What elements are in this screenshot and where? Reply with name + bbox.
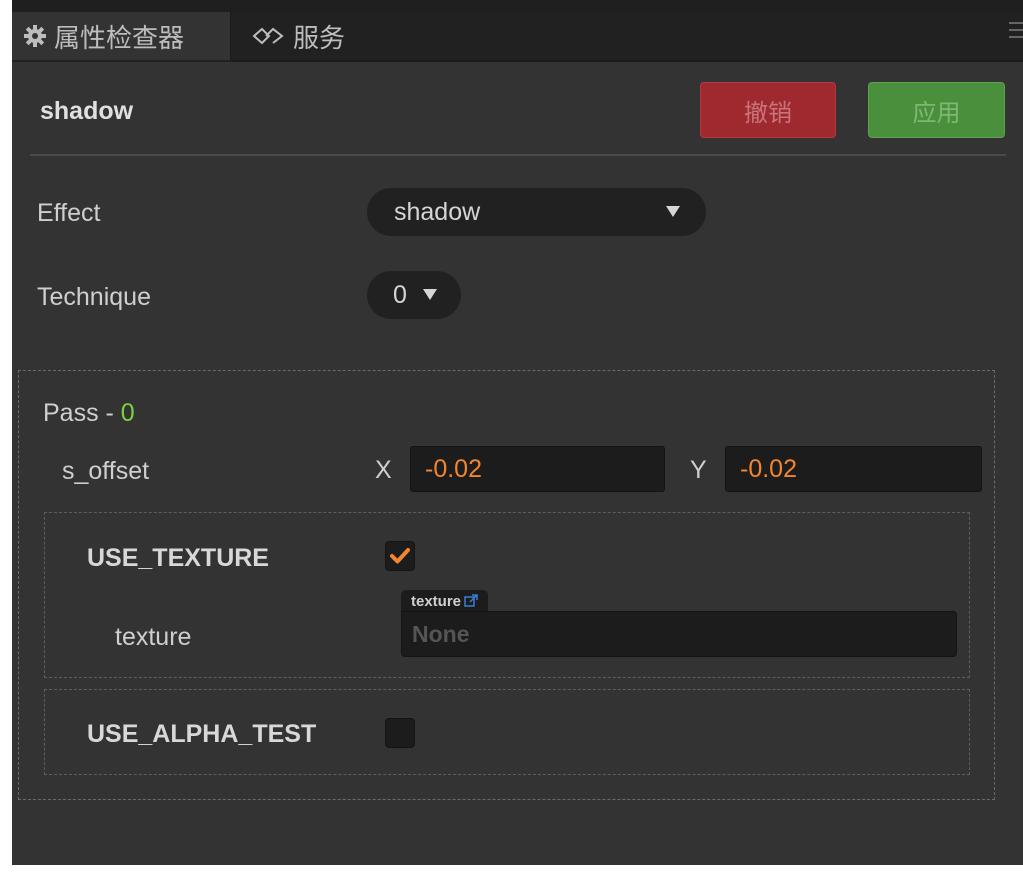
s-offset-y-input[interactable]: -0.02 <box>725 446 982 492</box>
effect-value: shadow <box>394 197 481 226</box>
tab-inspector-label: 属性检查器 <box>54 23 185 54</box>
technique-label: Technique <box>37 283 151 311</box>
header-divider <box>30 154 1006 156</box>
s-offset-label: s_offset <box>62 457 150 485</box>
technique-value: 0 <box>393 280 407 309</box>
panel-menu-icon[interactable] <box>1009 22 1023 44</box>
x-axis-label: X <box>375 456 392 484</box>
use-alpha-test-checkbox[interactable] <box>385 718 415 748</box>
tab-bar-line <box>232 60 1023 62</box>
apply-button[interactable]: 应用 <box>868 82 1005 138</box>
gear-icon <box>24 25 46 47</box>
tab-inspector[interactable]: 属性检查器 <box>12 12 231 60</box>
texture-asset-field[interactable]: None <box>401 611 957 657</box>
service-icon <box>251 25 285 47</box>
use-texture-checkbox[interactable] <box>385 541 415 571</box>
texture-asset-tag[interactable]: texture <box>401 590 489 612</box>
use-alpha-test-label: USE_ALPHA_TEST <box>87 720 317 748</box>
inspector-panel: 属性检查器 服务 shadow 撤销 应用 Effect shadow Tech… <box>12 0 1023 865</box>
top-strip <box>12 0 1023 12</box>
effect-select[interactable]: shadow <box>367 188 706 236</box>
tab-services[interactable]: 服务 <box>251 12 345 60</box>
chevron-down-icon <box>423 289 437 300</box>
asset-title: shadow <box>40 97 134 125</box>
texture-label: texture <box>115 623 192 651</box>
external-link-icon[interactable] <box>464 594 478 608</box>
texture-tag-label: texture <box>411 592 462 610</box>
use-texture-label: USE_TEXTURE <box>87 544 269 572</box>
tab-services-label: 服务 <box>293 23 346 54</box>
effect-label: Effect <box>37 199 101 227</box>
tab-bar: 属性检查器 服务 <box>12 0 1023 62</box>
pass-label: Pass - <box>43 399 121 427</box>
pass-header: Pass - 0 <box>43 399 135 428</box>
s-offset-x-input[interactable]: -0.02 <box>410 446 665 492</box>
pass-index: 0 <box>120 399 135 427</box>
technique-select[interactable]: 0 <box>367 271 461 319</box>
check-icon <box>390 548 410 564</box>
chevron-down-icon <box>666 206 680 217</box>
y-axis-label: Y <box>690 456 707 484</box>
revert-button[interactable]: 撤销 <box>700 82 836 138</box>
